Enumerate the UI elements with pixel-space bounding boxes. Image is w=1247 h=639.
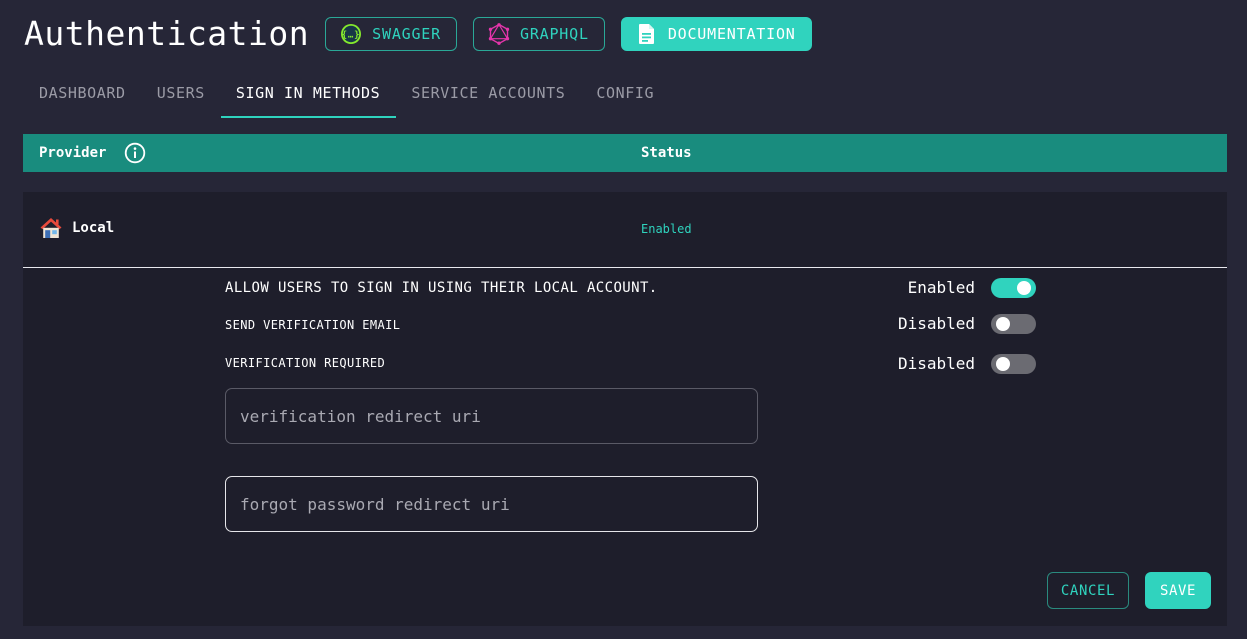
tab-bar: DASHBOARD USERS SIGN IN METHODS SERVICE … [24,70,670,118]
row-divider [23,267,1227,268]
verification-required-state: Disabled [897,354,975,373]
send-verification-label: SEND VERIFICATION EMAIL [225,318,401,332]
documentation-button[interactable]: DOCUMENTATION [620,17,812,51]
forgot-password-redirect-field [225,476,758,532]
svg-text:{…}: {…} [342,31,361,41]
tab-dashboard[interactable]: DASHBOARD [24,70,142,118]
provider-column-header: Provider [39,134,146,172]
page-header: Authentication {…} SWAGGER GRAPHQL DOCUM… [24,16,828,52]
status-badge: Enabled [641,222,692,236]
provider-name: Local [72,220,115,236]
document-icon [636,23,658,45]
toggle-knob [996,357,1010,371]
providers-table-header: Provider Status [23,134,1227,172]
toggle-knob [996,317,1010,331]
house-icon [39,216,63,240]
send-verification-state: Disabled [897,314,975,333]
verification-required-label: VERIFICATION REQUIRED [225,356,386,370]
status-column-header: Status [641,145,692,161]
verification-redirect-field [225,388,758,444]
local-provider-panel: Local Enabled ALLOW USERS TO SIGN IN USI… [23,192,1227,626]
swagger-button-label: SWAGGER [372,25,441,43]
send-verification-toggle[interactable] [991,314,1036,334]
documentation-button-label: DOCUMENTATION [667,25,796,43]
graphql-button-label: GRAPHQL [519,25,589,43]
provider-header-label: Provider [39,145,107,161]
graphql-icon [488,23,510,45]
verification-redirect-input[interactable] [226,389,757,443]
table-row[interactable]: Local Enabled [23,192,1227,267]
toggle-knob [1017,281,1031,295]
tab-users[interactable]: USERS [142,70,221,118]
tab-service-accounts[interactable]: SERVICE ACCOUNTS [396,70,581,118]
page-title: Authentication [24,14,310,53]
tab-sign-in-methods[interactable]: SIGN IN METHODS [220,70,397,118]
save-button[interactable]: SAVE [1145,572,1211,609]
allow-local-label: ALLOW USERS TO SIGN IN USING THEIR LOCAL… [225,280,658,296]
cancel-button[interactable]: CANCEL [1047,572,1129,609]
provider-cell: Local [39,216,114,240]
swagger-button[interactable]: {…} SWAGGER [325,17,457,51]
swagger-icon: {…} [340,23,362,45]
graphql-button[interactable]: GRAPHQL [472,17,605,51]
forgot-password-redirect-input[interactable] [226,477,757,531]
verification-required-toggle[interactable] [991,354,1036,374]
allow-local-toggle[interactable] [991,278,1036,298]
allow-local-state: Enabled [907,278,975,297]
info-icon[interactable] [124,142,146,164]
tab-config[interactable]: CONFIG [581,70,670,118]
